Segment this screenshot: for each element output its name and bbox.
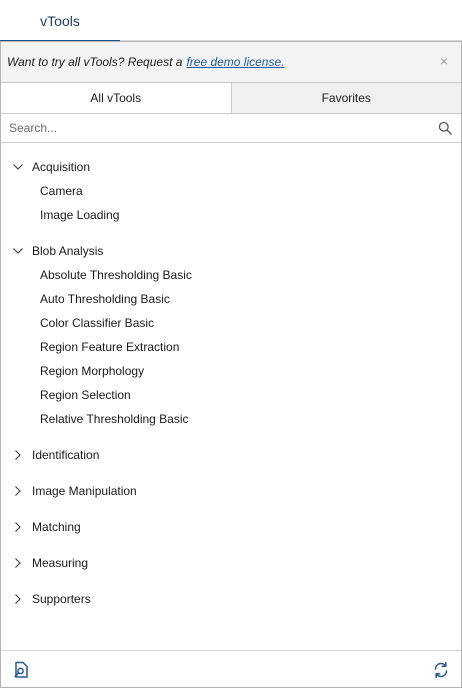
chevron-right-icon [15,594,21,604]
refresh-icon[interactable] [432,661,450,679]
search-bar [1,114,461,143]
tree-item-auto-thresholding-basic[interactable]: Auto Thresholding Basic [1,287,461,311]
tree-category-blob-analysis[interactable]: Blob Analysis [1,239,461,263]
content-frame: Want to try all vTools? Request a free d… [0,41,462,688]
tree-category-label: Supporters [32,592,91,606]
tree-item-absolute-thresholding-basic[interactable]: Absolute Thresholding Basic [1,263,461,287]
tree-item-relative-thresholding-basic[interactable]: Relative Thresholding Basic [1,407,461,431]
tree-item-image-loading[interactable]: Image Loading [1,203,461,227]
banner-text: Want to try all vTools? Request a [7,55,183,69]
subtab-all-vtools-label: All vTools [90,91,142,105]
free-demo-license-link[interactable]: free demo license. [186,55,284,69]
subtab-bar: All vTools Favorites [1,83,461,114]
vtools-tree: Acquisition Camera Image Loading Blob An… [1,155,461,611]
tree-item-camera[interactable]: Camera [1,179,461,203]
tree-category-image-manipulation[interactable]: Image Manipulation [1,479,461,503]
chevron-right-icon [15,522,21,532]
tree-category-supporters[interactable]: Supporters [1,587,461,611]
tree-category-acquisition[interactable]: Acquisition [1,155,461,179]
vtools-panel: vTools Want to try all vTools? Request a… [0,0,462,688]
subtab-all-vtools[interactable]: All vTools [1,83,231,113]
tree-item-region-morphology[interactable]: Region Morphology [1,359,461,383]
tree-item-region-selection[interactable]: Region Selection [1,383,461,407]
tree-category-label: Acquisition [32,160,91,174]
chevron-right-icon [15,486,21,496]
tab-strip: vTools [0,0,462,42]
tree-category-matching[interactable]: Matching [1,515,461,539]
tree-category-identification[interactable]: Identification [1,443,461,467]
tree-category-label: Identification [32,448,100,462]
tree-item-region-feature-extraction[interactable]: Region Feature Extraction [1,335,461,359]
subtab-favorites-label: Favorites [321,91,371,105]
tree-category-label: Measuring [32,556,89,570]
chevron-right-icon [15,450,21,460]
search-icon[interactable] [438,121,452,135]
chevron-down-icon [13,248,23,254]
panel-footer [1,650,461,687]
tree-item-color-classifier-basic[interactable]: Color Classifier Basic [1,311,461,335]
chevron-down-icon [13,164,23,170]
tree-category-label: Matching [32,520,81,534]
subtab-favorites[interactable]: Favorites [230,83,461,113]
demo-license-banner: Want to try all vTools? Request a free d… [1,42,461,83]
tab-vtools[interactable]: vTools [0,0,120,42]
tree-category-measuring[interactable]: Measuring [1,551,461,575]
tree-category-label: Image Manipulation [32,484,137,498]
banner-close-icon[interactable]: × [437,54,451,68]
tab-vtools-label: vTools [40,12,80,29]
tree-category-label: Blob Analysis [32,244,104,258]
search-input[interactable] [1,115,421,141]
document-search-icon[interactable] [12,661,30,679]
chevron-right-icon [15,558,21,568]
